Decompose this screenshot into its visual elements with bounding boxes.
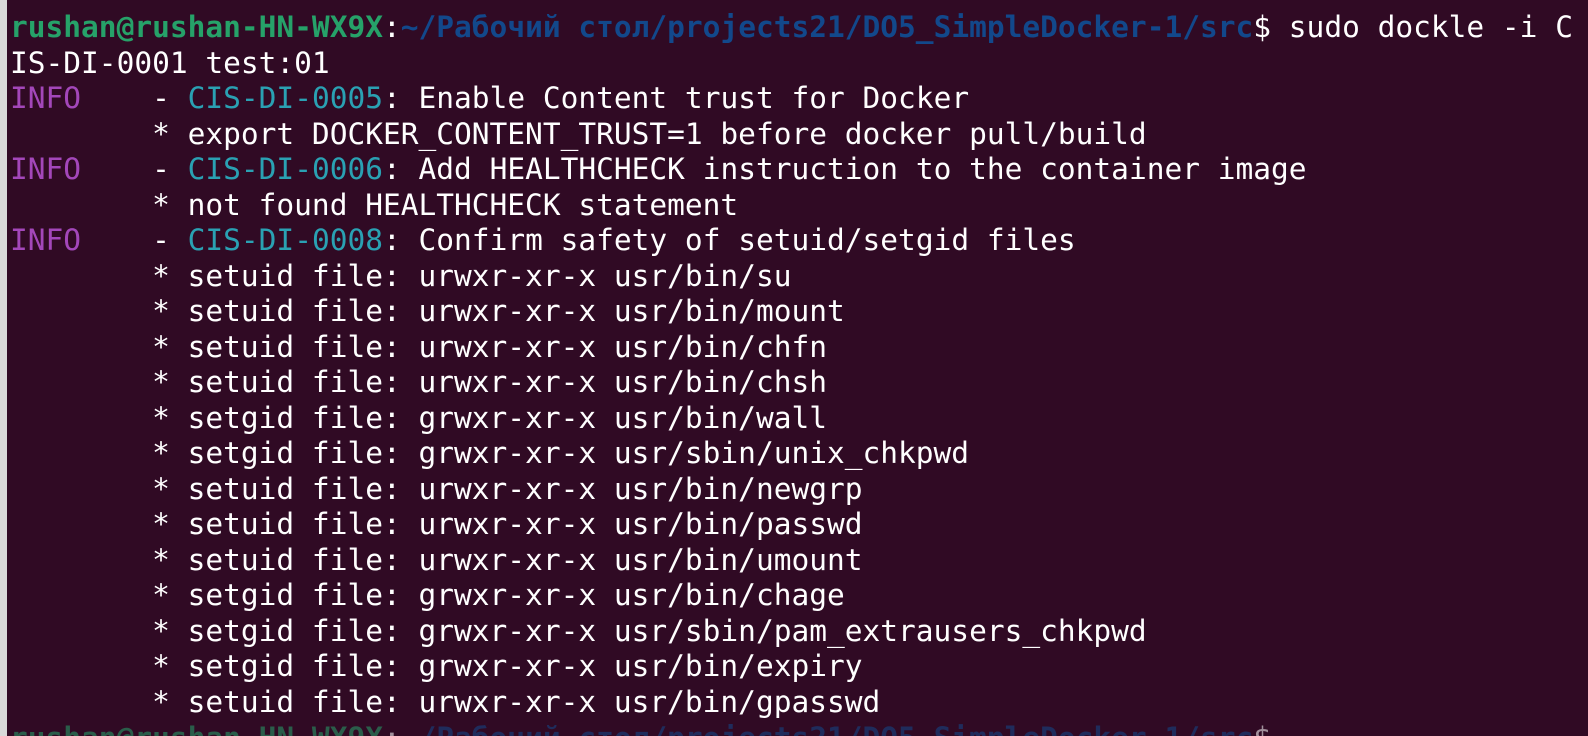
prompt-user: rushan@rushan-HN-WX9X	[10, 721, 383, 736]
check-code: CIS-DI-0006	[187, 152, 383, 186]
prompt-user: rushan@rushan-HN-WX9X	[10, 10, 383, 44]
check-detail: * setgid file: grwxr-xr-x usr/sbin/pam_e…	[10, 614, 1147, 648]
prompt-dollar: $	[1253, 721, 1289, 736]
window-edge	[0, 0, 7, 736]
check-detail: * not found HEALTHCHECK statement	[10, 188, 739, 222]
check-title: : Enable Content trust for Docker	[383, 81, 970, 115]
check-detail: * setuid file: urwxr-xr-x usr/bin/chfn	[10, 330, 827, 364]
check-detail: * setgid file: grwxr-xr-x usr/bin/chage	[10, 578, 845, 612]
check-title: : Confirm safety of setuid/setgid files	[383, 223, 1076, 257]
check-code: CIS-DI-0008	[187, 223, 383, 257]
separator: -	[81, 223, 188, 257]
prompt-colon: :	[382, 10, 401, 44]
prompt-command: sudo dockle -i C	[1288, 10, 1573, 44]
check-detail: * setuid file: urwxr-xr-x usr/bin/mount	[10, 294, 845, 328]
image-line: IS-DI-0001 test:01	[10, 46, 330, 80]
check-line: INFO - CIS-DI-0005: Enable Content trust…	[10, 80, 969, 116]
check-line: INFO - CIS-DI-0008: Confirm safety of se…	[10, 222, 1076, 258]
level-label: INFO	[10, 81, 82, 115]
check-detail: * setuid file: urwxr-xr-x usr/bin/chsh	[10, 365, 827, 399]
next-prompt-line: rushan@rushan-HN-WX9X:~/Рабочий стол/pro…	[10, 720, 1289, 736]
check-detail: * setuid file: urwxr-xr-x usr/bin/passwd	[10, 507, 863, 541]
check-detail: * export DOCKER_CONTENT_TRUST=1 before d…	[10, 117, 1147, 151]
check-detail: * setgid file: grwxr-xr-x usr/bin/expiry	[10, 649, 863, 683]
terminal-window[interactable]: rushan@rushan-HN-WX9X:~/Рабочий стол/pro…	[7, 0, 1588, 736]
check-detail: * setgid file: grwxr-xr-x usr/sbin/unix_…	[10, 436, 970, 470]
check-detail: * setgid file: grwxr-xr-x usr/bin/wall	[10, 401, 827, 435]
prompt-colon: :	[383, 721, 401, 736]
check-title: : Add HEALTHCHECK instruction to the con…	[383, 152, 1307, 186]
check-detail: * setuid file: urwxr-xr-x usr/bin/su	[10, 259, 792, 293]
check-code: CIS-DI-0005	[187, 81, 383, 115]
prompt-line: rushan@rushan-HN-WX9X:~/Рабочий стол/pro…	[10, 9, 1573, 45]
check-detail: * setuid file: urwxr-xr-x usr/bin/newgrp	[10, 472, 863, 506]
prompt-path: ~/Рабочий стол/projects21/DO5_SimpleDock…	[401, 721, 1254, 736]
check-line: INFO - CIS-DI-0006: Add HEALTHCHECK inst…	[10, 151, 1307, 187]
prompt-path: ~/Рабочий стол/projects21/DO5_SimpleDock…	[400, 10, 1254, 44]
prompt-dollar: $	[1253, 10, 1289, 44]
check-detail: * setuid file: urwxr-xr-x usr/bin/umount	[10, 543, 863, 577]
separator: -	[81, 81, 188, 115]
separator: -	[81, 152, 188, 186]
level-label: INFO	[10, 223, 82, 257]
check-detail: * setuid file: urwxr-xr-x usr/bin/gpassw…	[10, 685, 881, 719]
level-label: INFO	[10, 152, 82, 186]
